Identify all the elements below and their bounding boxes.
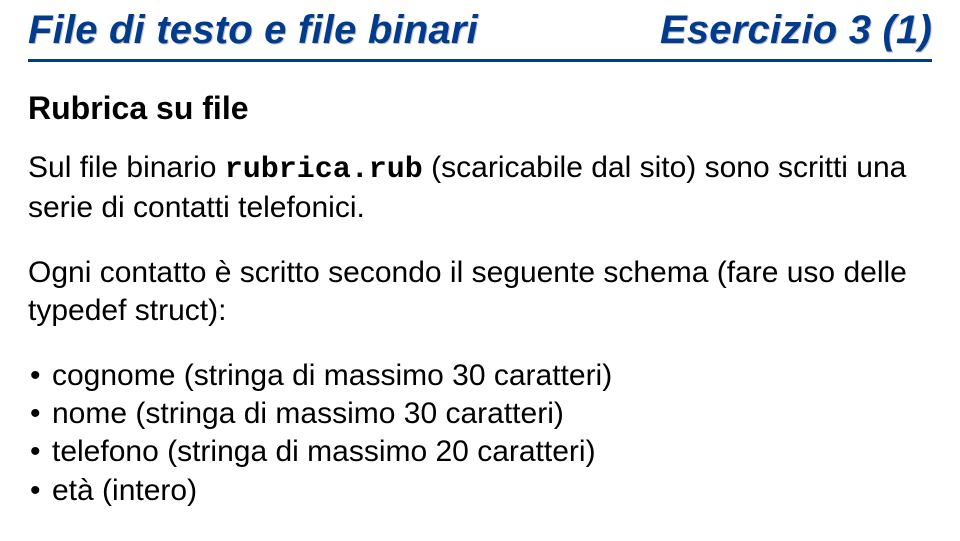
- paragraph-1-prefix: Sul file binario: [28, 151, 225, 184]
- slide-title-right: Esercizio 3 (1): [660, 8, 932, 53]
- code-filename: rubrica.rub: [225, 153, 423, 187]
- list-item: telefono (stringa di massimo 20 caratter…: [28, 433, 932, 471]
- list-item: nome (stringa di massimo 30 caratteri): [28, 395, 932, 433]
- list-item: cognome (stringa di massimo 30 caratteri…: [28, 357, 932, 395]
- slide-title-left: File di testo e file binari: [28, 8, 478, 53]
- slide-subtitle: Rubrica su file: [28, 90, 932, 127]
- list-item: età (intero): [28, 472, 932, 510]
- title-row: File di testo e file binari Esercizio 3 …: [28, 8, 932, 62]
- paragraph-1: Sul file binario rubrica.rub (scaricabil…: [28, 149, 932, 228]
- slide: File di testo e file binari Esercizio 3 …: [0, 0, 960, 541]
- paragraph-2: Ogni contatto è scritto secondo il segue…: [28, 254, 932, 331]
- bullet-list: cognome (stringa di massimo 30 caratteri…: [28, 357, 932, 511]
